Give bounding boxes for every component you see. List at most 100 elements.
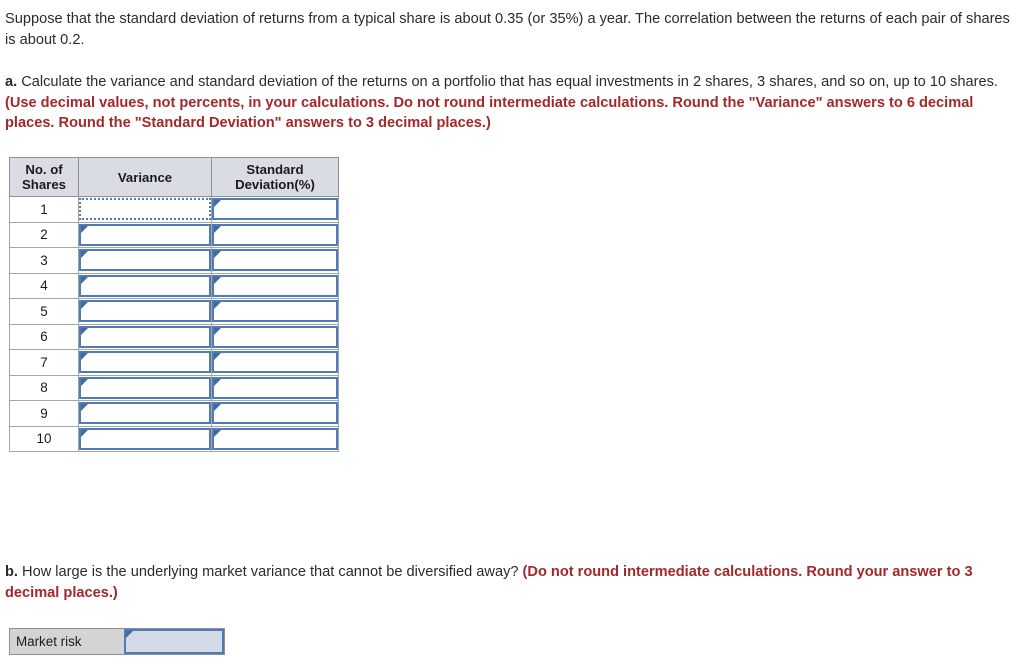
table-row: 1	[9, 196, 339, 223]
variance-input-row-1[interactable]	[79, 198, 211, 221]
market-risk-label: Market risk	[10, 629, 124, 654]
variance-cell	[78, 374, 212, 401]
std-dev-cell	[211, 272, 339, 299]
question-part-a: a. Calculate the variance and standard d…	[5, 72, 1017, 134]
table-row: 9	[9, 400, 339, 427]
variance-cell	[78, 425, 212, 452]
std-dev-input-row-1[interactable]	[212, 198, 338, 221]
cell-marker-icon	[81, 327, 88, 335]
cell-marker-icon	[214, 404, 221, 412]
cell-marker-icon	[81, 404, 88, 412]
header-sd-line1: Standard	[246, 162, 304, 177]
std-dev-input-row-7[interactable]	[212, 351, 338, 374]
variance-input-row-9[interactable]	[79, 402, 211, 425]
std-dev-cell	[211, 221, 339, 248]
std-dev-input-row-3[interactable]	[212, 249, 338, 272]
question-part-b: b. How large is the underlying market va…	[5, 562, 1019, 603]
row-shares-count: 2	[9, 221, 79, 248]
table-row: 10	[9, 425, 339, 452]
variance-cell	[78, 247, 212, 274]
variance-input-row-6[interactable]	[79, 325, 211, 348]
std-dev-cell	[211, 247, 339, 274]
variance-input-row-5[interactable]	[79, 300, 211, 323]
variance-input-row-3[interactable]	[79, 249, 211, 272]
variance-answer-table: No. of Shares Variance Standard Deviatio…	[9, 157, 339, 452]
cell-marker-icon	[214, 276, 221, 284]
table-row: 2	[9, 221, 339, 248]
std-dev-cell	[211, 196, 339, 223]
part-b-text: How large is the underlying market varia…	[17, 564, 523, 580]
part-a-instruction: (Use decimal values, not percents, in yo…	[5, 94, 974, 132]
cell-marker-icon	[126, 631, 133, 638]
row-shares-count: 7	[9, 349, 79, 376]
table-row: 4	[9, 272, 339, 299]
cell-marker-icon	[214, 251, 221, 259]
row-shares-count: 4	[9, 272, 79, 299]
row-shares-count: 5	[9, 298, 79, 325]
row-shares-count: 6	[9, 323, 79, 350]
part-a-marker: a.	[5, 74, 18, 90]
std-dev-input-row-8[interactable]	[212, 376, 338, 399]
std-dev-input-row-6[interactable]	[212, 325, 338, 348]
table-row: 3	[9, 247, 339, 274]
part-a-text: Calculate the variance and standard devi…	[17, 74, 998, 90]
cell-marker-icon	[81, 302, 88, 310]
variance-cell	[78, 400, 212, 427]
row-shares-count: 1	[9, 196, 79, 223]
std-dev-cell	[211, 323, 339, 350]
variance-input-row-2[interactable]	[79, 223, 211, 246]
header-shares-line2: Shares	[22, 177, 66, 192]
column-header-standard-deviation: Standard Deviation(%)	[211, 157, 339, 197]
cell-marker-icon	[81, 378, 88, 386]
table-row: 6	[9, 323, 339, 350]
row-shares-count: 8	[9, 374, 79, 401]
column-header-shares: No. of Shares	[9, 157, 79, 197]
row-shares-count: 9	[9, 400, 79, 427]
row-shares-count: 10	[9, 425, 79, 452]
header-variance-label: Variance	[117, 169, 173, 185]
variance-cell	[78, 196, 212, 223]
problem-intro-text: Suppose that the standard deviation of r…	[5, 9, 1015, 50]
cell-marker-icon	[214, 353, 221, 361]
cell-marker-icon	[214, 200, 221, 208]
variance-cell	[78, 221, 212, 248]
variance-cell	[78, 349, 212, 376]
header-shares-line1: No. of	[25, 162, 63, 177]
variance-input-row-7[interactable]	[79, 351, 211, 374]
table-row: 8	[9, 374, 339, 401]
std-dev-input-row-9[interactable]	[212, 402, 338, 425]
table-row: 7	[9, 349, 339, 376]
std-dev-cell	[211, 349, 339, 376]
header-sd-line2: Deviation(%)	[235, 177, 315, 192]
std-dev-cell	[211, 400, 339, 427]
cell-marker-icon	[81, 225, 88, 233]
cell-marker-icon	[81, 353, 88, 361]
column-header-variance: Variance	[78, 157, 212, 197]
variance-cell	[78, 298, 212, 325]
table-header-row: No. of Shares Variance Standard Deviatio…	[9, 157, 339, 197]
std-dev-input-row-4[interactable]	[212, 274, 338, 297]
variance-input-row-8[interactable]	[79, 376, 211, 399]
cell-marker-icon	[214, 225, 221, 233]
cell-marker-icon	[81, 429, 88, 437]
std-dev-input-row-5[interactable]	[212, 300, 338, 323]
table-row: 5	[9, 298, 339, 325]
std-dev-cell	[211, 425, 339, 452]
row-shares-count: 3	[9, 247, 79, 274]
cell-marker-icon	[214, 327, 221, 335]
std-dev-input-row-2[interactable]	[212, 223, 338, 246]
variance-input-row-4[interactable]	[79, 274, 211, 297]
cell-marker-icon	[81, 276, 88, 284]
market-risk-input[interactable]	[124, 629, 224, 654]
std-dev-cell	[211, 374, 339, 401]
variance-input-row-10[interactable]	[79, 427, 211, 450]
market-risk-answer-widget: Market risk	[9, 628, 225, 655]
variance-cell	[78, 272, 212, 299]
std-dev-input-row-10[interactable]	[212, 427, 338, 450]
part-b-marker: b.	[5, 564, 18, 580]
cell-marker-icon	[214, 378, 221, 386]
intro-sentence: Suppose that the standard deviation of r…	[5, 11, 1010, 48]
cell-marker-icon	[81, 251, 88, 259]
std-dev-cell	[211, 298, 339, 325]
variance-cell	[78, 323, 212, 350]
